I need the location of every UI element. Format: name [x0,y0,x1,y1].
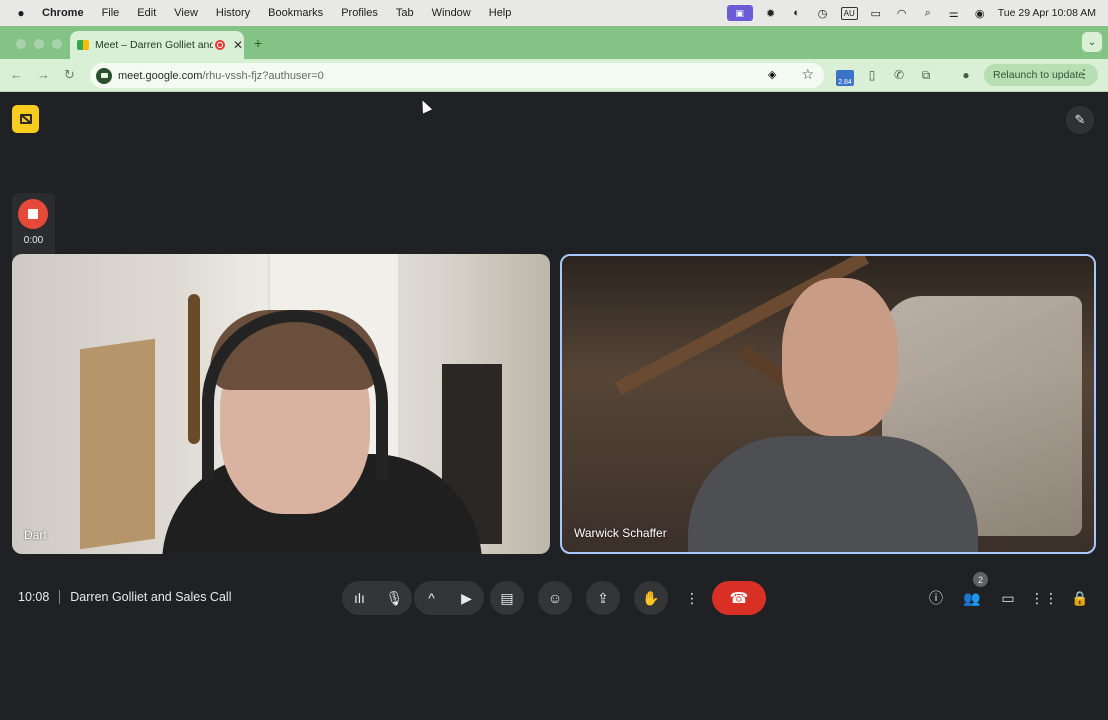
participant-video [688,436,978,552]
site-info-icon[interactable] [96,67,112,84]
menu-view[interactable]: View [174,7,198,19]
puzzle-extensions-icon[interactable]: ⧉ [918,67,934,83]
tab-meet[interactable]: Meet – Darren Golliet and ✕ [70,31,244,59]
reload-icon[interactable]: ↻ [64,67,75,83]
gear-icon[interactable]: ✹ [763,6,779,20]
activities-grid-icon[interactable]: ⋮⋮ [1030,588,1058,608]
chrome-menu-icon[interactable]: ⋮ [1078,67,1090,81]
menu-help[interactable]: Help [489,7,512,19]
more-options-button[interactable]: ⋮ [682,581,702,615]
close-window-button[interactable] [16,39,26,49]
minimize-window-button[interactable] [34,39,44,49]
chevron-up-icon[interactable]: ^ [414,590,449,606]
camera-off-icon[interactable] [12,105,39,133]
meeting-details-icon[interactable]: ⓘ [926,588,946,608]
phone-hangup-icon: ☎ [729,590,749,607]
url-text[interactable]: meet.google.com/rhu-vssh-fjz?authuser=0 [118,70,324,82]
phone-icon[interactable]: ✆ [891,67,907,83]
close-tab-icon[interactable]: ✕ [233,38,243,52]
zoom-window-button[interactable] [52,39,62,49]
menu-history[interactable]: History [216,7,250,19]
search-icon[interactable]: ⌕ [920,6,936,20]
menu-window[interactable]: Window [432,7,471,19]
video-background [80,338,155,550]
forward-arrow-icon[interactable]: → [37,67,50,82]
captions-button[interactable]: ▤ [490,581,524,615]
back-arrow-icon[interactable]: ← [10,67,23,82]
extension-badge[interactable]: 2.84 [836,70,854,86]
siri-icon[interactable]: ◉ [972,6,988,20]
tab-title: Meet – Darren Golliet and [95,39,213,51]
participant-name-label: Warwick Schaffer [574,526,667,540]
recording-indicator-icon [215,40,225,50]
host-controls-icon[interactable]: 🔒 [1070,588,1090,608]
menubar-status-area: ▣ ✹ ◐ ◷ AU ▭ ◠ ⌕ ⚌ ◉ Tue 29 Apr 10:08 AM [726,0,1096,26]
browser-toolbar: ← → ↻ meet.google.com/rhu-vssh-fjz?authu… [0,59,1108,92]
hand-icon: ✋ [642,589,660,606]
menu-tab[interactable]: Tab [396,7,414,19]
audio-levels-icon[interactable]: ılı [342,590,377,606]
participant-video [782,278,898,436]
edit-effects-icon[interactable]: ✎ [1066,106,1094,134]
recording-timer: 0:00 [23,235,44,246]
google-lens-icon[interactable]: ◈ [768,68,782,82]
address-bar[interactable]: meet.google.com/rhu-vssh-fjz?authuser=0 … [90,63,824,88]
stop-recording-button[interactable] [18,199,48,229]
captions-icon: ▤ [500,589,514,606]
browser-tab-strip: Meet – Darren Golliet and ✕ + ⌄ [0,26,1108,59]
apple-icon[interactable]: ● [14,6,28,20]
present-screen-icon: ⇪ [597,589,609,606]
bookmark-star-icon[interactable]: ☆ [801,66,814,83]
meeting-info: 10:08 Darren Golliet and Sales Call [18,590,231,604]
relaunch-to-update-button[interactable]: Relaunch to update ⋮ [984,64,1098,86]
moon-icon[interactable]: ◐ [789,6,805,20]
menu-app-name[interactable]: Chrome [42,7,84,19]
meeting-title: Darren Golliet and Sales Call [70,590,232,604]
wifi-icon[interactable]: ◠ [894,6,910,20]
participant-tile-dart[interactable]: Dart [12,254,550,554]
control-center-icon[interactable]: ⚌ [946,6,962,20]
window-controls [16,39,62,49]
chat-icon[interactable]: ▭ [998,588,1018,608]
menu-file[interactable]: File [102,7,120,19]
meeting-clock: 10:08 [18,590,50,604]
participant-name-label: Dart [24,528,47,542]
video-controls: ^ ▶ [414,581,484,615]
relaunch-label: Relaunch to update [993,69,1085,81]
extension-icon[interactable]: ▯ [864,67,880,83]
input-source-indicator[interactable]: AU [840,6,858,20]
profile-avatar-icon[interactable]: ● [958,67,974,83]
participant-tile-warwick[interactable]: Warwick Schaffer [560,254,1096,554]
participant-count-badge: 2 [973,572,988,587]
present-button[interactable]: ⇪ [586,581,620,615]
more-vertical-icon: ⋮ [685,589,699,606]
clock-icon[interactable]: ◷ [815,6,831,20]
meeting-info-divider [59,590,61,604]
new-tab-button[interactable]: + [254,35,262,51]
menu-bookmarks[interactable]: Bookmarks [268,7,323,19]
people-icon[interactable]: 👥 [962,588,982,608]
menu-profiles[interactable]: Profiles [341,7,378,19]
tab-search-chevron-icon[interactable]: ⌄ [1082,32,1102,52]
audio-controls: ılı 🎙 [342,581,412,615]
screen-record-icon[interactable]: ▣ [726,5,753,21]
emoji-icon: ☺ [547,590,563,606]
reactions-button[interactable]: ☺ [538,581,572,615]
video-background [188,294,200,444]
microphone-icon[interactable]: 🎙 [377,590,412,607]
menu-edit[interactable]: Edit [137,7,156,19]
camera-icon[interactable]: ▶ [449,590,484,607]
leave-call-button[interactable]: ☎ [712,581,766,615]
battery-icon[interactable]: ▭ [868,6,884,20]
macos-menubar: ● Chrome File Edit View History Bookmark… [0,0,1108,26]
meet-favicon-icon [77,40,89,50]
menubar-clock[interactable]: Tue 29 Apr 10:08 AM [998,7,1096,19]
raise-hand-button[interactable]: ✋ [634,581,668,615]
